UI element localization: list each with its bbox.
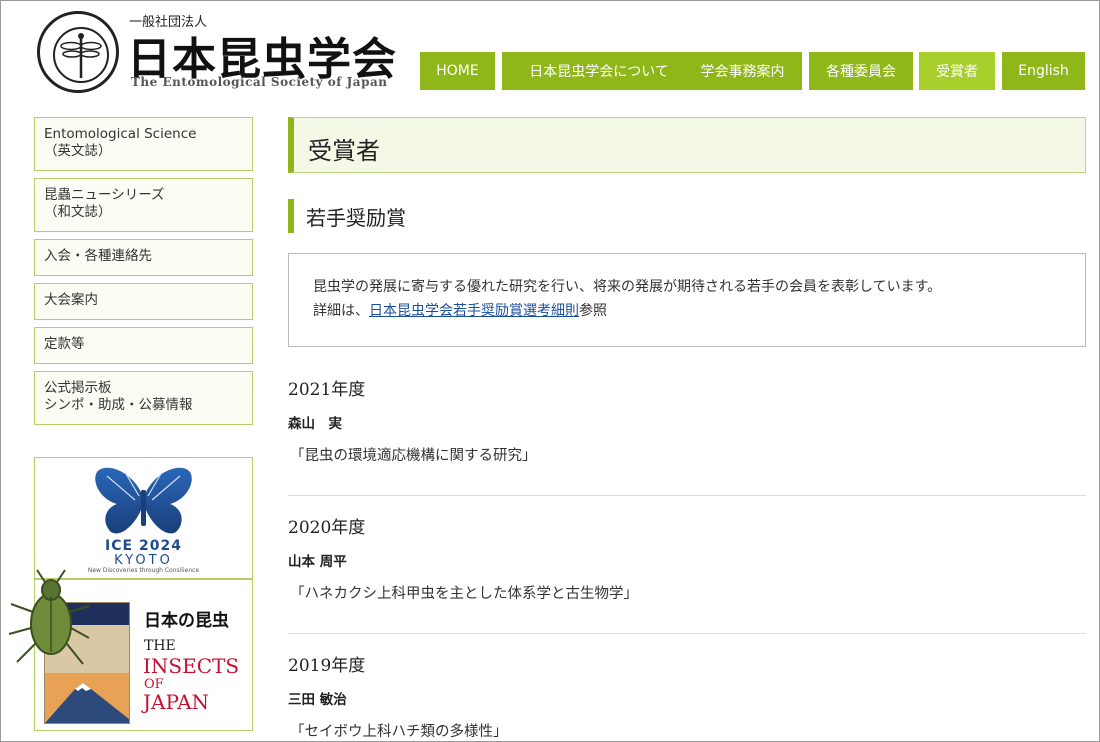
award-topic: 「ハネカクシ上科甲虫を主とした体系学と古生物学」 <box>290 586 638 602</box>
sidebar-item-label: 公式掲示板 <box>44 380 112 396</box>
page-title-box: 受賞者 <box>288 117 1086 173</box>
sidebar-item-label: 昆蟲ニューシリーズ <box>44 187 165 203</box>
sidebar-item-sublabel: （英文誌） <box>44 143 112 159</box>
award-intro-text: 昆虫学の発展に寄与する優れた研究を行い、将来の発展が期待される若手の会員を表彰し… <box>313 279 942 295</box>
award-winner-name: 山本 周平 <box>288 554 347 570</box>
sidebar-item-label: 定款等 <box>44 336 85 352</box>
dragonfly-emblem-icon <box>53 27 109 83</box>
sidebar-item-label: 大会案内 <box>44 292 98 308</box>
sidebar-item-sublabel: （和文誌） <box>44 204 112 220</box>
award-winner-name: 三田 敏治 <box>288 692 347 708</box>
nav-home[interactable]: HOME <box>420 52 495 90</box>
nav-awardees[interactable]: 受賞者 <box>919 52 995 90</box>
section-title-accent <box>288 199 294 233</box>
insects-banner-insects: INSECTS <box>143 654 240 678</box>
sidebar-item-articles[interactable]: 定款等 <box>34 327 253 364</box>
insects-of-japan-banner[interactable]: 日本の昆虫 THE INSECTS OF JAPAN <box>8 569 253 731</box>
ice-banner-city: KYOTO <box>114 553 173 568</box>
insects-banner-the: THE <box>144 638 176 654</box>
sidebar-item-label: 入会・各種連絡先 <box>44 248 152 264</box>
insects-banner-japan: JAPAN <box>143 690 210 714</box>
award-rules-link[interactable]: 日本昆虫学会若手奨励賞選考細則 <box>369 303 579 319</box>
sidebar-item-sublabel: シンポ・助成・公募情報 <box>44 397 193 413</box>
ice-2024-banner[interactable]: ICE 2024 KYOTO New Discoveries through C… <box>34 457 253 579</box>
mount-fuji-icon <box>45 683 129 723</box>
intro-prefix: 詳細は、 <box>313 303 369 319</box>
nav-office[interactable]: 学会事務案内 <box>683 52 802 90</box>
society-seal-logo[interactable] <box>37 11 119 93</box>
ice-banner-title: ICE 2024 <box>105 538 182 554</box>
award-divider <box>288 495 1086 496</box>
beetle-icon <box>8 569 90 665</box>
insects-banner-jp-title: 日本の昆虫 <box>144 611 229 631</box>
site-header: 一般社団法人 日本昆虫学会 The Entomological Society … <box>1 1 1100 101</box>
award-intro-details: 詳細は、日本昆虫学会若手奨励賞選考細則参照 <box>313 299 1061 323</box>
award-year: 2020年度 <box>288 518 366 538</box>
award-divider <box>288 633 1086 634</box>
page-title: 受賞者 <box>308 137 380 165</box>
sidebar-item-membership[interactable]: 入会・各種連絡先 <box>34 239 253 276</box>
butterfly-logo-icon <box>95 467 192 534</box>
sidebar-item-bulletin-board[interactable]: 公式掲示板 シンポ・助成・公募情報 <box>34 371 253 425</box>
section-title: 若手奨励賞 <box>306 206 406 230</box>
award-year: 2019年度 <box>288 656 366 676</box>
org-name-english: The Entomological Society of Japan <box>131 75 388 89</box>
award-intro-box: 昆虫学の発展に寄与する優れた研究を行い、将来の発展が期待される若手の会員を表彰し… <box>288 253 1086 347</box>
sidebar-item-meetings[interactable]: 大会案内 <box>34 283 253 320</box>
intro-suffix: 参照 <box>579 303 607 319</box>
sidebar-item-konchu-new-series[interactable]: 昆蟲ニューシリーズ （和文誌） <box>34 178 253 232</box>
award-winner-name: 森山 実 <box>288 416 342 432</box>
sidebar-item-entomological-science[interactable]: Entomological Science （英文誌） <box>34 117 253 171</box>
award-year: 2021年度 <box>288 380 366 400</box>
nav-about[interactable]: 日本昆虫学会について <box>502 52 696 90</box>
sidebar-item-label: Entomological Science <box>44 126 197 142</box>
award-topic: 「昆虫の環境適応機構に関する研究」 <box>290 448 537 464</box>
nav-english[interactable]: English <box>1002 52 1085 90</box>
nav-committees[interactable]: 各種委員会 <box>809 52 913 90</box>
award-topic: 「セイボウ上科ハチ類の多様性」 <box>290 724 508 740</box>
